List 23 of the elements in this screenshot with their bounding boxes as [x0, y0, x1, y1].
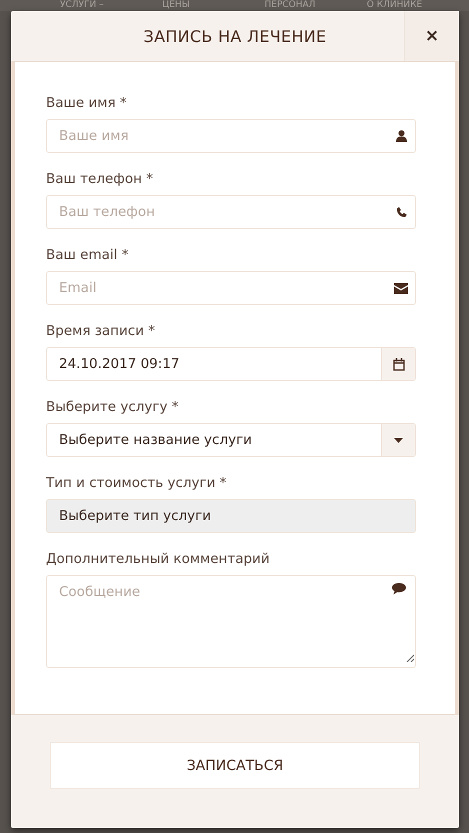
calendar-icon: [392, 358, 404, 370]
input-field[interactable]: Ваш телефон: [46, 195, 416, 229]
field-label: Выберите услугу *: [46, 399, 180, 415]
field-label: Ваше имя *: [46, 95, 128, 111]
select-field[interactable]: Выберите название услуги: [46, 423, 416, 457]
envelope-icon: [394, 282, 408, 294]
field-label: Ваш телефон *: [46, 171, 154, 187]
phone-icon: [396, 206, 406, 218]
input-field[interactable]: Ваше имя: [46, 119, 416, 153]
input-field[interactable]: Email: [46, 271, 416, 305]
speech-bubble-icon: [392, 583, 406, 595]
field-label: Тип и стоимость услуги *: [46, 475, 228, 491]
resize-handle-icon[interactable]: [406, 654, 414, 662]
user-icon: [396, 130, 406, 142]
date-field[interactable]: 24.10.2017 09:17: [46, 347, 416, 381]
caret-icon: [394, 438, 403, 442]
field-label: Дополнительный комментарий: [46, 551, 271, 567]
comment-field[interactable]: Сообщение: [46, 575, 416, 668]
field-label: Ваш email *: [46, 247, 130, 263]
close-button[interactable]: ×: [404, 11, 459, 61]
field-label: Время записи *: [46, 323, 156, 339]
dialog-title: ЗАПИСЬ НА ЛЕЧЕНИЕ: [142, 26, 328, 48]
submit-button[interactable]: ЗАПИСАТЬСЯ: [50, 742, 420, 789]
